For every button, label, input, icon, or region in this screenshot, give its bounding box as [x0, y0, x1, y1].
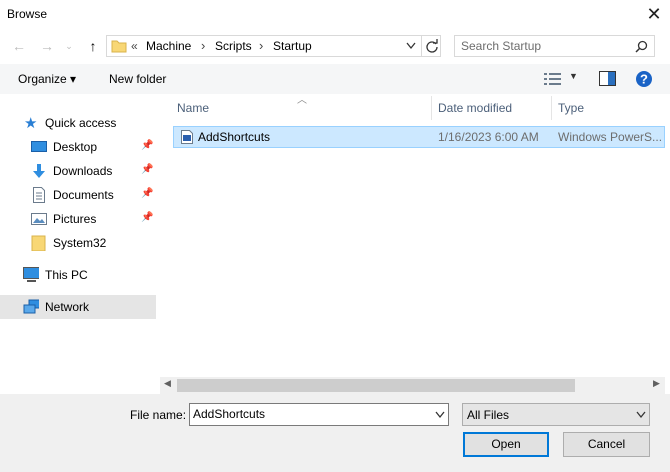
- nav-item-system32[interactable]: System32: [0, 231, 156, 255]
- nav-item-pictures[interactable]: Pictures 📌: [0, 207, 156, 231]
- open-button[interactable]: Open: [463, 432, 549, 457]
- file-name-input[interactable]: [193, 407, 423, 421]
- cancel-button[interactable]: Cancel: [563, 432, 650, 457]
- chevron-right-icon[interactable]: ›: [201, 38, 205, 53]
- chevron-right-icon[interactable]: ›: [259, 38, 263, 53]
- help-icon[interactable]: ?: [635, 70, 653, 88]
- powershell-script-icon: [181, 130, 193, 144]
- chevron-down-icon: ⌄: [65, 41, 73, 51]
- close-icon: ✕: [646, 4, 662, 24]
- nav-item-label: Network: [45, 300, 90, 314]
- pin-icon: 📌: [141, 212, 154, 223]
- nav-item-this-pc[interactable]: This PC: [0, 263, 156, 287]
- svg-text:?: ?: [640, 72, 648, 87]
- nav-item-label: Quick access: [45, 116, 117, 130]
- search-icon[interactable]: [635, 40, 648, 53]
- scroll-left-icon[interactable]: ◀: [164, 378, 171, 389]
- scrollbar-thumb[interactable]: [177, 379, 575, 392]
- file-row[interactable]: AddShortcuts 1/16/2023 6:00 AM Windows P…: [173, 126, 665, 148]
- folder-icon: [111, 40, 127, 53]
- nav-item-label: Desktop: [53, 140, 98, 154]
- file-type: Windows PowerS...: [558, 130, 663, 144]
- document-icon: [33, 187, 45, 203]
- breadcrumb-item[interactable]: Startup: [273, 39, 312, 53]
- nav-item-quick-access[interactable]: ★ Quick access: [0, 111, 156, 135]
- close-button[interactable]: ✕: [644, 4, 664, 24]
- search-box[interactable]: [454, 35, 655, 57]
- breadcrumb-item[interactable]: Scripts: [215, 39, 252, 53]
- pin-icon: 📌: [141, 188, 154, 199]
- nav-item-downloads[interactable]: Downloads 📌: [0, 159, 156, 183]
- forward-arrow-icon: →: [40, 38, 54, 54]
- column-header-date-modified[interactable]: Date modified: [438, 101, 512, 115]
- folder-icon: [31, 235, 46, 251]
- view-options-arrow-icon[interactable]: ▼: [569, 71, 578, 81]
- desktop-icon: [31, 141, 47, 152]
- network-icon: [23, 299, 39, 314]
- pin-icon: 📌: [141, 164, 154, 175]
- file-type-select[interactable]: All Files: [462, 403, 650, 426]
- nav-item-label: This PC: [45, 268, 88, 282]
- view-details-icon[interactable]: [544, 72, 562, 86]
- navigation-pane: ★ Quick access Desktop 📌 Downloads 📌 Doc…: [0, 96, 160, 394]
- download-icon: [33, 164, 45, 178]
- preview-pane-icon[interactable]: [599, 71, 616, 86]
- column-divider[interactable]: [551, 96, 552, 120]
- back-arrow-icon: ←: [12, 38, 26, 54]
- file-name: AddShortcuts: [198, 130, 271, 144]
- nav-item-network[interactable]: Network: [0, 295, 156, 319]
- nav-item-documents[interactable]: Documents 📌: [0, 183, 156, 207]
- chevron-down-icon[interactable]: [406, 42, 416, 50]
- star-icon: ★: [24, 115, 38, 132]
- file-date-modified: 1/16/2023 6:00 AM: [438, 130, 539, 144]
- address-bar[interactable]: « Machine › Scripts › Startup: [106, 35, 441, 57]
- column-header-type[interactable]: Type: [558, 101, 584, 115]
- up-arrow-icon: ↑: [89, 38, 97, 54]
- pictures-icon: [31, 213, 47, 225]
- refresh-icon[interactable]: [425, 39, 439, 53]
- computer-icon: [23, 267, 39, 282]
- window-title: Browse: [7, 7, 48, 21]
- browse-dialog: Browse ✕ ← → ⌄ ↑ « Machine › Scripts › S…: [0, 0, 670, 472]
- sort-ascending-icon: ︿: [297, 95, 307, 106]
- new-folder-button[interactable]: New folder: [109, 72, 166, 86]
- command-bar: Organize ▾ New folder ▼ ?: [0, 64, 670, 94]
- column-header-name[interactable]: Name: [177, 101, 209, 115]
- scroll-right-icon[interactable]: ▶: [653, 378, 660, 389]
- column-divider[interactable]: [431, 96, 432, 120]
- nav-item-label: Documents: [53, 188, 114, 202]
- chevron-down-icon[interactable]: [435, 411, 445, 419]
- organize-button[interactable]: Organize ▾: [18, 72, 76, 86]
- nav-item-label: Downloads: [53, 164, 113, 178]
- pin-icon: 📌: [141, 140, 154, 151]
- file-name-combo[interactable]: [189, 403, 449, 426]
- breadcrumb-item[interactable]: Machine: [146, 39, 191, 53]
- horizontal-scrollbar[interactable]: ◀ ▶: [160, 377, 665, 394]
- nav-item-desktop[interactable]: Desktop 📌: [0, 135, 156, 159]
- file-name-label: File name:: [130, 408, 187, 422]
- up-button[interactable]: ↑: [84, 36, 102, 56]
- back-button[interactable]: ←: [10, 36, 28, 56]
- recent-locations-button[interactable]: ⌄: [60, 36, 78, 56]
- breadcrumb-overflow[interactable]: «: [131, 39, 138, 53]
- nav-item-label: System32: [53, 236, 107, 250]
- file-type-value: All Files: [467, 408, 510, 422]
- nav-item-label: Pictures: [53, 212, 97, 226]
- divider: [421, 36, 422, 56]
- chevron-down-icon: [636, 411, 646, 419]
- forward-button[interactable]: →: [38, 36, 56, 56]
- search-input[interactable]: [461, 38, 631, 54]
